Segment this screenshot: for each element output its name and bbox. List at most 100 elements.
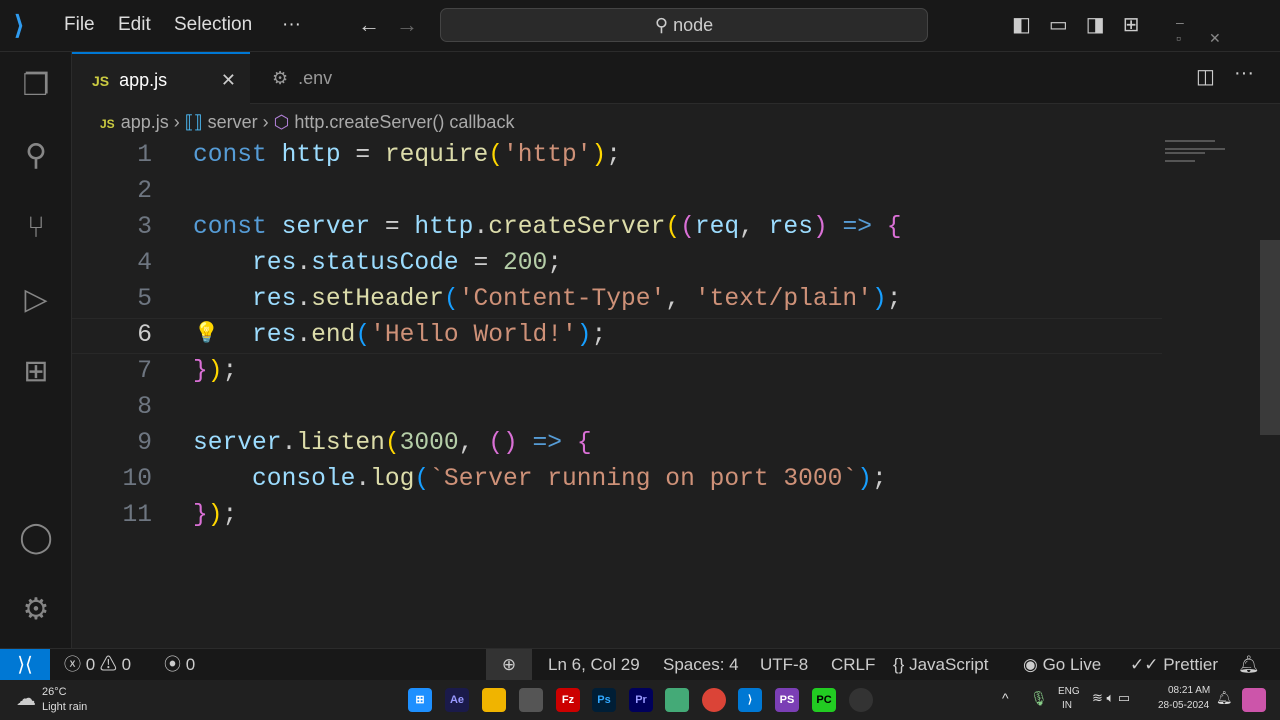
code-token: 'Content-Type' — [458, 286, 666, 313]
obs-icon[interactable] — [849, 688, 873, 712]
search-icon: ⚲ — [654, 15, 674, 35]
forward-arrow-icon[interactable]: → — [396, 12, 418, 38]
code-token: ; — [606, 142, 622, 169]
code-token: ( — [443, 286, 459, 313]
file-explorer-icon[interactable] — [482, 688, 506, 712]
line-number: 3 — [137, 214, 152, 241]
phpstorm-icon[interactable]: PS — [775, 688, 799, 712]
breadcrumb: JS app.js › ⟦⟧ server › ⬡ http.createServ… — [100, 110, 514, 134]
code-line[interactable]: 10 console.log(`Server running on port 3… — [72, 462, 1162, 498]
code-token: . — [281, 430, 297, 457]
problems-indicator[interactable]: ⓧ 0 ⚠ 0 — [64, 649, 131, 681]
after-effects-icon[interactable]: Ae — [445, 688, 469, 712]
menu-file[interactable]: File — [64, 14, 95, 36]
notifications-bell-icon[interactable]: 🔔︎ — [1238, 649, 1260, 681]
code-line[interactable]: 5 res.setHeader('Content-Type', 'text/pl… — [72, 282, 1162, 318]
code-line[interactable]: 6 res.end('Hello World!'); — [72, 318, 1162, 354]
code-line[interactable]: 8 — [72, 390, 1162, 426]
tray-overflow-icon[interactable]: ^ — [1002, 690, 1009, 706]
back-arrow-icon[interactable]: ← — [358, 12, 380, 38]
zoom-icon[interactable]: ⊕ — [486, 649, 532, 681]
line-ending[interactable]: CRLF — [831, 649, 875, 681]
code-line[interactable]: 1 const http = require('http'); — [72, 138, 1162, 174]
breadcrumb-file[interactable]: app.js — [121, 112, 169, 132]
code-token: { — [576, 430, 592, 457]
settings-gear-icon[interactable]: ⚙ — [16, 590, 56, 630]
source-control-icon[interactable]: ⑂ — [16, 208, 56, 248]
menu-more[interactable]: ··· — [282, 14, 301, 36]
code-token: setHeader — [311, 286, 444, 313]
prettier-button[interactable]: ✓✓ Prettier — [1130, 649, 1218, 681]
temperature[interactable]: 26°C — [42, 686, 67, 698]
weather-text[interactable]: Light rain — [42, 701, 87, 713]
extensions-icon[interactable]: ⊞ — [16, 352, 56, 392]
tab-env[interactable]: ⚙ .env — [252, 52, 430, 104]
search-icon[interactable]: ⚲ — [16, 136, 56, 176]
split-editor-icon[interactable]: ◫ — [1196, 64, 1215, 89]
filezilla-icon[interactable]: Fz — [556, 688, 580, 712]
lightbulb-icon[interactable]: 💡 — [194, 320, 219, 345]
code-line[interactable]: 11}); — [72, 498, 1162, 534]
language-mode[interactable]: {} JavaScript — [893, 649, 988, 681]
cursor-position[interactable]: Ln 6, Col 29 — [548, 649, 640, 681]
notification-bell-icon[interactable]: 🔔︎ — [1216, 690, 1233, 706]
code-token: ; — [222, 502, 238, 529]
breadcrumb-callback[interactable]: http.createServer() callback — [294, 112, 514, 132]
remote-indicator-icon[interactable]: ⟩⟨ — [0, 649, 50, 681]
breadcrumb-server[interactable]: server — [208, 112, 258, 132]
code-token: } — [193, 502, 208, 529]
code-token: ( — [355, 322, 371, 349]
more-actions-icon[interactable]: ··· — [1234, 62, 1254, 85]
photoshop-icon[interactable]: Ps — [592, 688, 616, 712]
wifi-volume-battery-icons[interactable]: ≋ 🔈︎ ▭ — [1092, 690, 1130, 706]
command-center-search[interactable]: ⚲ node — [440, 8, 928, 42]
code-line[interactable]: 2 — [72, 174, 1162, 210]
ports-count: 0 — [185, 655, 196, 674]
antenna-icon: ⦿ — [164, 655, 181, 674]
go-live-button[interactable]: ◉ Go Live — [1023, 649, 1101, 681]
code-editor[interactable]: 1 const http = require('http'); 2 3 const se… — [72, 138, 1162, 534]
clock-date[interactable]: 28-05-2024 — [1158, 700, 1209, 711]
menu-edit[interactable]: Edit — [118, 14, 151, 36]
layout-toggle-icons[interactable]: ◧▭◨⊞ — [1012, 12, 1157, 37]
line-number: 4 — [137, 250, 152, 277]
weather-icon: ☁ — [16, 688, 36, 710]
code-line[interactable]: 3 const server = http.createServer((req, … — [72, 210, 1162, 246]
close-tab-icon[interactable]: ✕ — [221, 54, 236, 106]
code-line[interactable]: 7}); — [72, 354, 1162, 390]
run-debug-icon[interactable]: ▷ — [16, 280, 56, 320]
code-token: 'Hello World!' — [370, 322, 577, 349]
pycharm-icon[interactable]: PC — [812, 688, 836, 712]
explorer-icon[interactable]: ❐ — [16, 66, 56, 106]
window-controls[interactable]: –▫✕ — [1176, 14, 1280, 47]
region-indicator[interactable]: IN — [1062, 700, 1072, 711]
tab-app-js[interactable]: JS app.js ✕ — [72, 52, 250, 104]
code-line[interactable]: 9 server.listen(3000, () => { — [72, 426, 1162, 462]
snipping-tool-icon[interactable] — [519, 688, 543, 712]
menu-selection[interactable]: Selection — [174, 14, 252, 36]
clock-time[interactable]: 08:21 AM — [1168, 685, 1210, 696]
chrome-icon[interactable] — [702, 688, 726, 712]
account-icon[interactable]: ◯ — [16, 518, 56, 558]
microphone-icon[interactable]: 🎙︎ — [1030, 690, 1048, 707]
minimap[interactable] — [1165, 138, 1235, 168]
start-icon[interactable]: ⊞ — [408, 688, 432, 712]
ports-indicator[interactable]: ⦿ 0 — [164, 649, 195, 681]
language-indicator[interactable]: ENG — [1058, 686, 1080, 697]
code-token: ) — [591, 142, 607, 169]
notepad-icon[interactable] — [665, 688, 689, 712]
copilot-icon[interactable] — [1242, 688, 1266, 712]
code-token: = — [340, 142, 385, 169]
double-check-icon: ✓✓ — [1130, 655, 1164, 674]
title-bar: ⟩ File Edit Selection ··· ← → ⚲ node ◧▭◨… — [0, 0, 1280, 52]
indentation[interactable]: Spaces: 4 — [663, 649, 739, 681]
code-token: server — [281, 214, 371, 241]
code-token: server — [193, 430, 282, 457]
premiere-icon[interactable]: Pr — [629, 688, 653, 712]
vscode-taskbar-icon[interactable]: ⟩ — [738, 688, 762, 712]
scrollbar[interactable] — [1260, 240, 1280, 435]
code-line[interactable]: 4 res.statusCode = 200; — [72, 246, 1162, 282]
encoding[interactable]: UTF-8 — [760, 649, 808, 681]
